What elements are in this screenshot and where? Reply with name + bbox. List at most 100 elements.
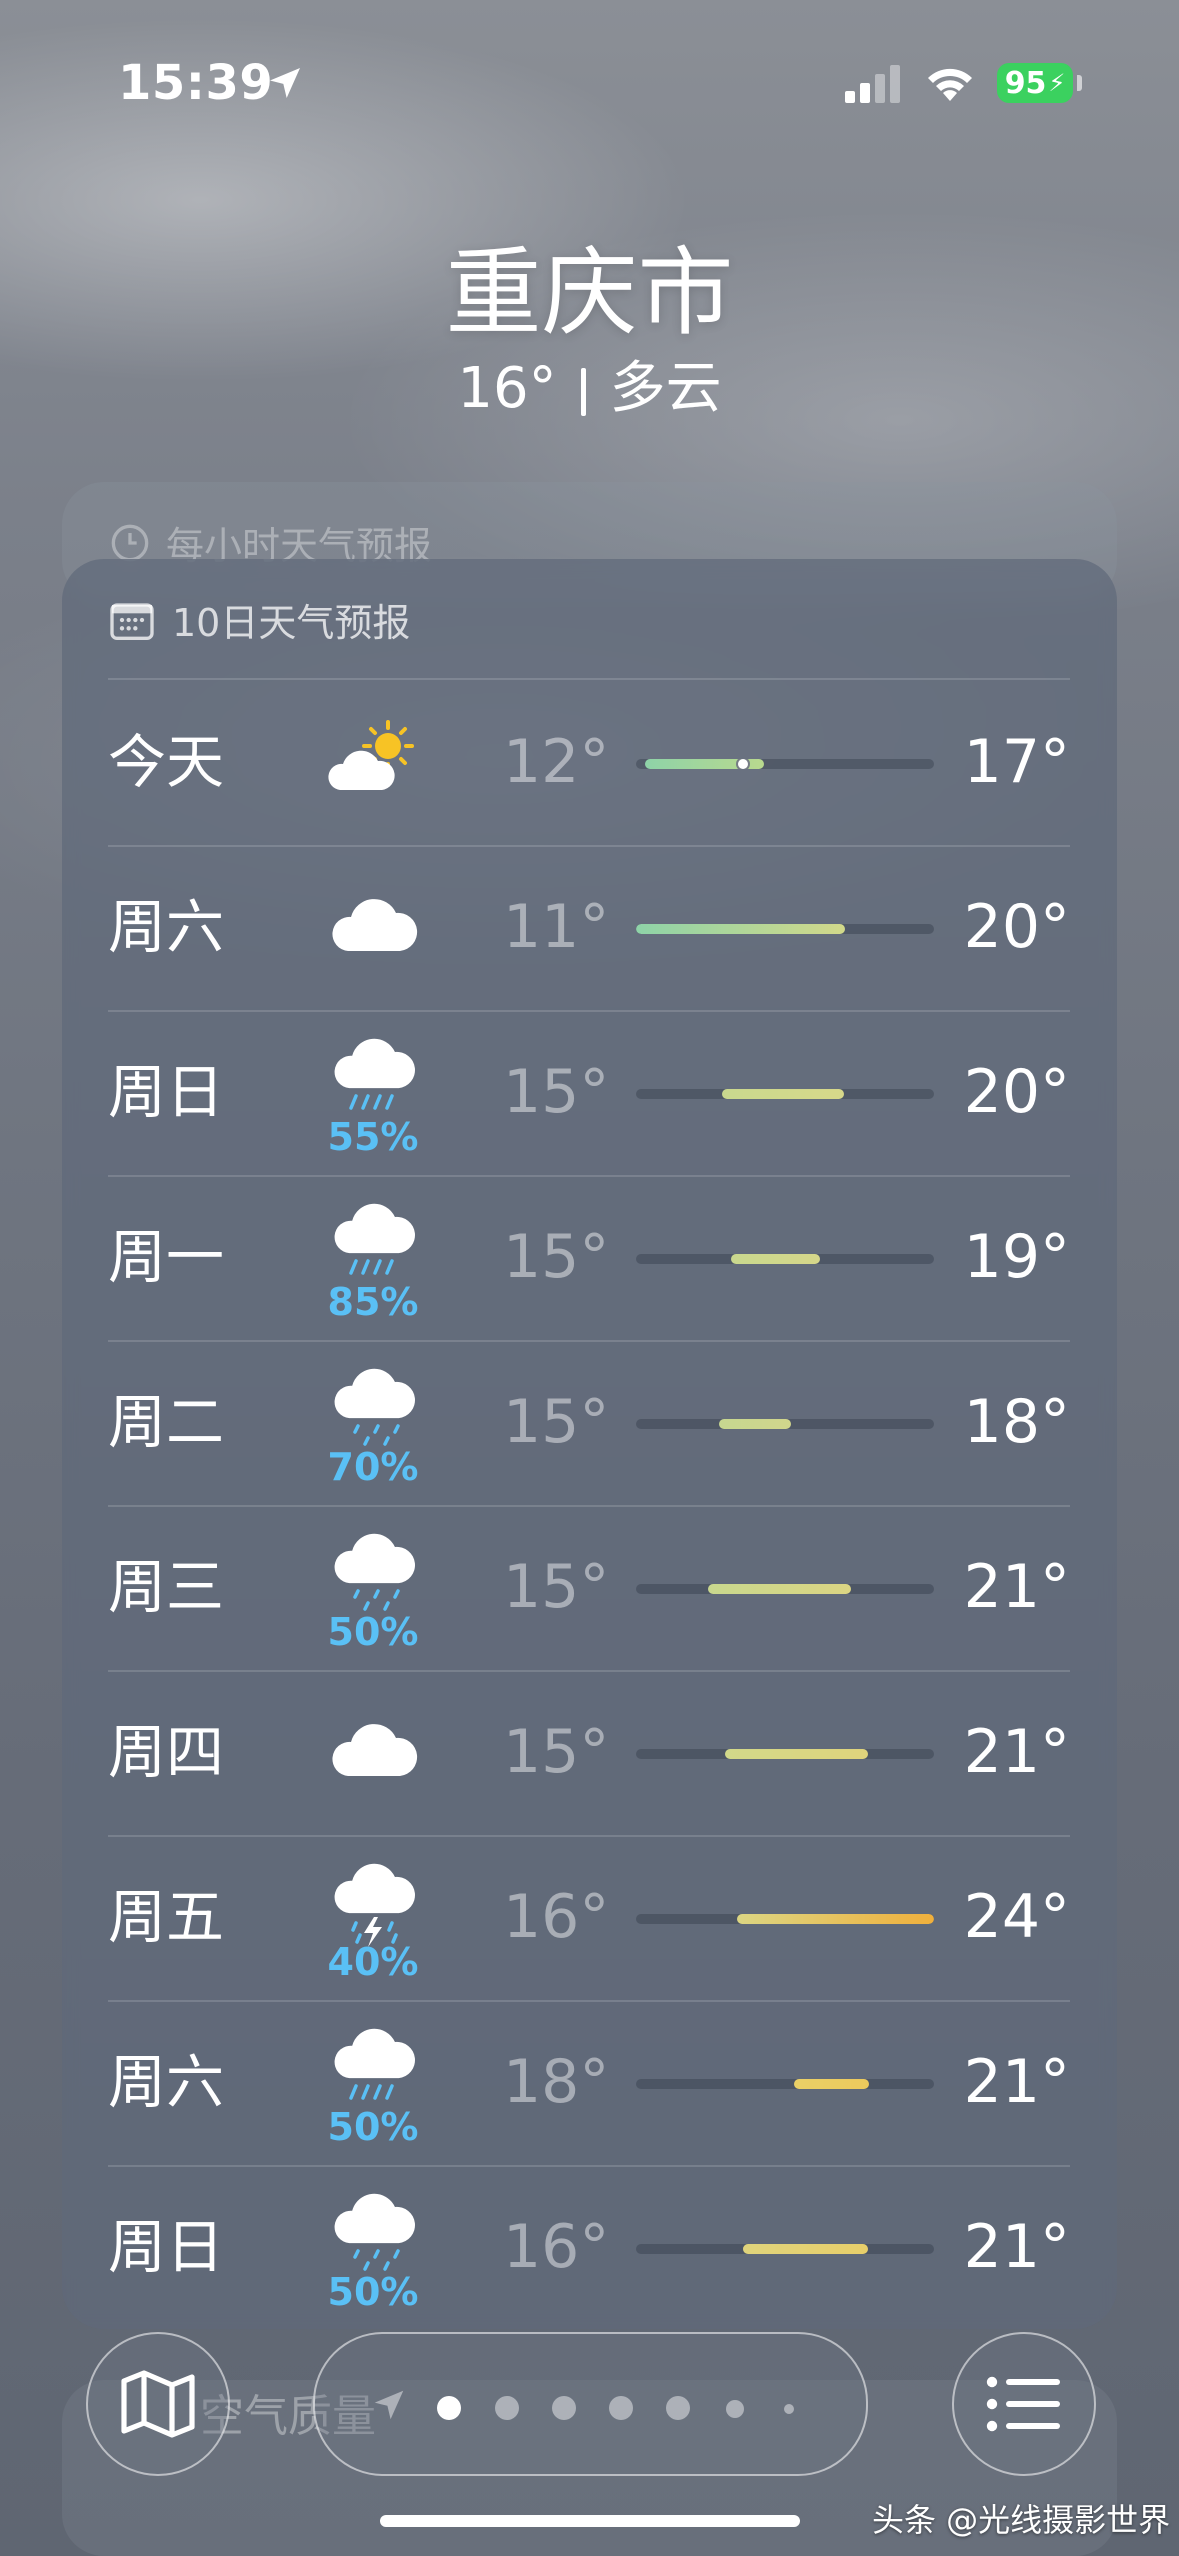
temperature-range-track (636, 1419, 934, 1429)
forecast-day: 周六 (108, 893, 225, 961)
city-name: 重庆市 (445, 237, 734, 349)
map-icon (121, 2370, 195, 2438)
low-temp: 15° (503, 1717, 610, 1787)
battery-level: 95 (1004, 65, 1047, 101)
temperature-range-bar (636, 924, 845, 934)
ten-day-forecast-title: 10日天气预报 (172, 601, 411, 645)
watermark: 头条 @光线摄影世界 (872, 2501, 1171, 2539)
forecast-day: 周日 (108, 2213, 225, 2281)
low-temp: 16° (503, 1882, 610, 1952)
forecast-row[interactable]: 今天 12° 17° (108, 680, 1070, 845)
forecast-day: 今天 (108, 728, 225, 796)
status-time: 15:39 (118, 55, 274, 111)
forecast-row[interactable]: 周五 40% 16° 24° (108, 1835, 1070, 2000)
home-indicator[interactable] (380, 2515, 800, 2527)
temperature-range-track (636, 2244, 934, 2254)
forecast-row[interactable]: 周二 70% 15° 18° (108, 1340, 1070, 1505)
page-indicator[interactable] (313, 2332, 868, 2476)
forecast-row[interactable]: 周日 55% 15° 20° (108, 1010, 1070, 1175)
list-icon (986, 2376, 1060, 2432)
current-temp-dot (736, 759, 750, 769)
city-list-button[interactable] (952, 2332, 1096, 2476)
temperature-range-track (636, 1914, 934, 1924)
forecast-row[interactable]: 周六 11° 20° (108, 845, 1070, 1010)
partly-sunny-icon (318, 708, 428, 818)
precip-chance: 50% (327, 1610, 419, 1654)
clock-icon (111, 524, 149, 561)
precip-chance: 85% (327, 1280, 419, 1324)
high-temp: 18° (963, 1387, 1070, 1457)
forecast-day: 周三 (108, 1553, 225, 1621)
separator (580, 367, 586, 416)
high-temp: 24° (963, 1882, 1070, 1952)
high-temp: 21° (963, 2212, 1070, 2282)
page-dot[interactable] (784, 2404, 794, 2414)
precip-chance: 70% (327, 1445, 419, 1489)
page-dot[interactable] (609, 2396, 633, 2420)
battery-indicator: 95 ⚡ (997, 63, 1073, 103)
high-temp: 20° (963, 892, 1070, 962)
low-temp: 16° (503, 2212, 610, 2282)
calendar-icon (110, 602, 154, 640)
wifi-icon (928, 68, 972, 101)
page-dot[interactable] (495, 2396, 519, 2420)
low-temp: 12° (503, 727, 610, 797)
low-temp: 11° (503, 892, 610, 962)
charging-bolt-icon: ⚡ (1048, 69, 1066, 97)
temperature-range-bar (743, 2244, 868, 2254)
forecast-day: 周日 (108, 1058, 225, 1126)
high-temp: 21° (963, 1552, 1070, 1622)
temperature-range-track (636, 759, 934, 769)
temperature-range-bar (794, 2079, 869, 2089)
ten-day-forecast-header: 10日天气预报 (110, 592, 410, 647)
temperature-range-track (636, 1089, 934, 1099)
forecast-day: 周六 (108, 2048, 225, 2116)
precip-chance: 55% (327, 1115, 419, 1159)
current-location-icon (374, 2390, 404, 2420)
low-temp: 18° (503, 2047, 610, 2117)
temperature-range-track (636, 1749, 934, 1759)
temperature-range-track (636, 2079, 934, 2089)
high-temp: 21° (963, 2047, 1070, 2117)
forecast-day: 周四 (108, 1718, 225, 1786)
temperature-range-track (636, 1254, 934, 1264)
low-temp: 15° (503, 1552, 610, 1622)
forecast-row[interactable]: 周日 50% 16° 21° (108, 2165, 1070, 2330)
precip-chance: 50% (327, 2270, 419, 2314)
status-bar: 15:39 95 ⚡ (0, 55, 1179, 125)
page-dot[interactable] (726, 2400, 744, 2418)
forecast-row[interactable]: 周三 50% 15° 21° (108, 1505, 1070, 1670)
temperature-range-bar (731, 1254, 820, 1264)
forecast-row[interactable]: 周四 15° 21° (108, 1670, 1070, 1835)
cloud-icon (318, 873, 428, 983)
condition-text: 多云 (609, 356, 722, 421)
page-dot[interactable] (552, 2396, 576, 2420)
temperature-range-bar (722, 1089, 844, 1099)
forecast-row[interactable]: 周六 50% 18° 21° (108, 2000, 1070, 2165)
map-button[interactable] (86, 2332, 230, 2476)
forecast-day: 周二 (108, 1388, 225, 1456)
current-temperature: 16° (457, 356, 557, 421)
location-arrow-icon (270, 68, 300, 98)
forecast-row[interactable]: 周一 85% 15° 19° (108, 1175, 1070, 1340)
cellular-signal-icon (845, 65, 900, 103)
precip-chance: 50% (327, 2105, 419, 2149)
temperature-range-bar (708, 1584, 851, 1594)
low-temp: 15° (503, 1222, 610, 1292)
page-dot[interactable] (437, 2396, 461, 2420)
temperature-range-track (636, 924, 934, 934)
battery-cap (1077, 75, 1082, 91)
high-temp: 21° (963, 1717, 1070, 1787)
high-temp: 19° (963, 1222, 1070, 1292)
precip-chance: 40% (327, 1940, 419, 1984)
cloud-icon (318, 1698, 428, 1808)
temperature-range-bar (725, 1749, 868, 1759)
temperature-range-bar (737, 1914, 934, 1924)
high-temp: 20° (963, 1057, 1070, 1127)
low-temp: 15° (503, 1057, 610, 1127)
low-temp: 15° (503, 1387, 610, 1457)
forecast-day: 周一 (108, 1223, 225, 1291)
page-dot[interactable] (666, 2396, 690, 2420)
temperature-range-bar (719, 1419, 791, 1429)
high-temp: 17° (963, 727, 1070, 797)
